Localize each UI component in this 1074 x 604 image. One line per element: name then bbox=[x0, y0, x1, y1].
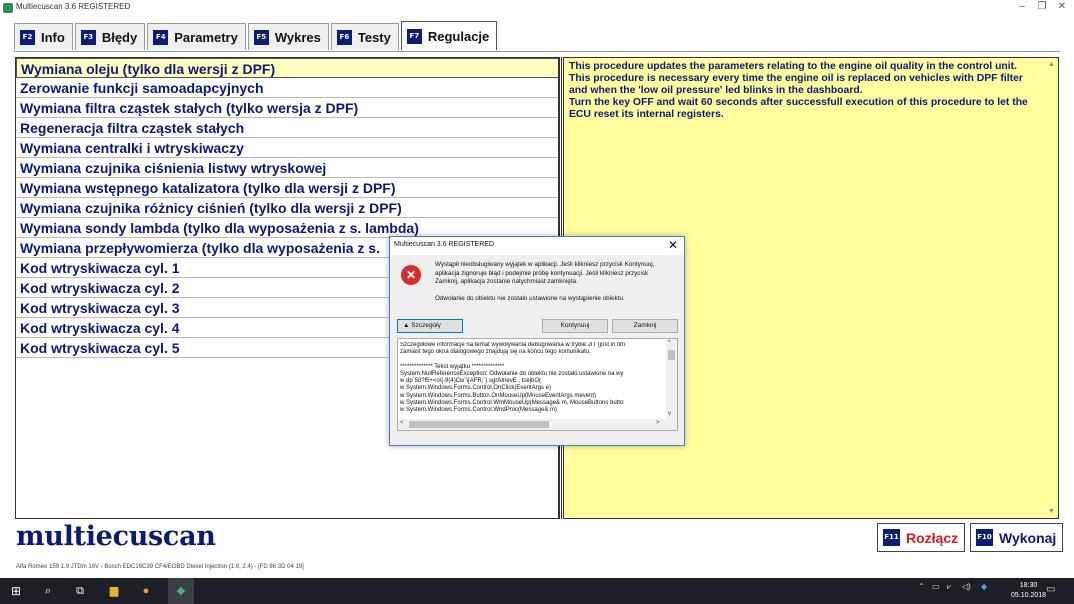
details-line: Szczegółowe informacje na temat wywoływa… bbox=[400, 342, 625, 348]
clock-date: 05.10.2018 bbox=[1011, 592, 1047, 599]
tab-adjustments[interactable]: F7 Regulacje bbox=[400, 21, 498, 50]
list-item[interactable]: Zerowanie funkcji samoadapcyjnych bbox=[16, 78, 559, 98]
details-line: w dp`50?l5+<o\[-9(4)Cw`\[AFR;`) sgrAtnev… bbox=[400, 378, 542, 385]
scroll-right-icon[interactable]: > bbox=[656, 420, 660, 426]
network-icon[interactable]: ⩗ bbox=[947, 582, 952, 592]
clock[interactable]: 18:30 05.10.2018 bbox=[1011, 581, 1046, 601]
details-line: System.NullReferenceException: Odwołanie… bbox=[400, 370, 624, 377]
app-tray-icon[interactable]: ◆ bbox=[981, 582, 987, 591]
list-item[interactable]: Regeneracja filtra cząstek stałych bbox=[16, 118, 559, 138]
scroll-thumb[interactable] bbox=[668, 350, 675, 360]
disconnect-button[interactable]: F11 Rozłącz bbox=[877, 523, 966, 552]
app-logo: multiecuscan bbox=[16, 521, 216, 552]
details-line: w System.Windows.Forms.Button.OnMouseUp(… bbox=[400, 392, 597, 399]
details-content: Szczegółowe informacje na temat wywoływa… bbox=[400, 342, 668, 415]
task-view-icon[interactable]: ⧉ bbox=[72, 578, 88, 604]
error-icon: ✕ bbox=[401, 265, 421, 285]
taskbar: ⊞ ⌕ ⧉ ▆ ● ◆ ⌃ ▭ ⩗ ◁) ◆ 18:30 05.10.2018 … bbox=[0, 578, 1074, 604]
scroll-down-icon[interactable]: ▼ bbox=[1048, 508, 1055, 515]
tab-label: Info bbox=[41, 29, 65, 45]
scroll-down-icon[interactable]: v bbox=[668, 411, 671, 417]
tab-parameters[interactable]: F4 Parametry bbox=[147, 23, 246, 50]
description-scrollbar[interactable]: ▲ ▼ bbox=[1046, 58, 1058, 518]
battery-icon[interactable]: ▭ bbox=[932, 582, 940, 591]
details-line: zamiast tego okna dialogowego znajdują s… bbox=[400, 349, 591, 356]
notifications-icon[interactable]: ▭ bbox=[1046, 584, 1055, 595]
start-windows-icon[interactable]: ⊞ bbox=[8, 578, 24, 604]
tab-bar: F2 Info F3 Błędy F4 Parametry F5 Wykres F6 Te… bbox=[14, 21, 499, 51]
tab-label: Błędy bbox=[101, 29, 138, 45]
tab-graph[interactable]: F5 Wykres bbox=[247, 23, 329, 50]
list-item[interactable]: Wymiana wstępnego katalizatora (tylko dl… bbox=[16, 178, 559, 198]
execute-button[interactable]: F10 Wykonaj bbox=[970, 523, 1064, 552]
volume-icon[interactable]: ◁) bbox=[962, 582, 971, 591]
list-item[interactable]: Wymiana centralki i wtryskiwaczy bbox=[16, 138, 559, 158]
multiecuscan-taskbar-icon[interactable]: ◆ bbox=[168, 578, 194, 604]
details-button[interactable]: ▲ Szczegóły bbox=[397, 319, 463, 333]
details-vscrollbar[interactable]: ^ v bbox=[666, 339, 677, 420]
scroll-left-icon[interactable]: < bbox=[400, 420, 404, 426]
window-title: Multiecuscan 3.6 REGISTERED bbox=[16, 2, 131, 11]
dialog-close-icon[interactable]: ✕ bbox=[668, 238, 678, 252]
f3-key-icon: F3 bbox=[80, 29, 96, 45]
list-item[interactable]: Wymiana oleju (tylko dla wersji z DPF) bbox=[16, 58, 559, 78]
procedure-description: This procedure updates the parameters re… bbox=[569, 61, 1044, 121]
f10-key-icon: F10 bbox=[976, 529, 993, 546]
tab-label: Testy bbox=[357, 29, 391, 45]
search-icon[interactable]: ⌕ bbox=[40, 578, 56, 604]
list-item[interactable]: Wymiana sondy lambda (tylko dla wyposaże… bbox=[16, 218, 559, 238]
description-line: This procedure is necessary every time t… bbox=[569, 73, 1023, 96]
execute-label: Wykonaj bbox=[999, 529, 1057, 546]
chrome-icon[interactable]: ● bbox=[136, 578, 156, 604]
details-line bbox=[400, 357, 668, 364]
list-item[interactable]: Wymiana czujnika różnicy ciśnień (tylko … bbox=[16, 198, 559, 218]
continue-button[interactable]: Kontynuuj bbox=[542, 319, 608, 333]
scroll-up-icon[interactable]: ▲ bbox=[1048, 61, 1055, 68]
dialog-titlebar: Multiecuscan 3.6 REGISTERED ✕ bbox=[390, 237, 684, 255]
close-app-button[interactable]: Zamknij bbox=[612, 319, 678, 333]
f4-key-icon: F4 bbox=[153, 29, 169, 45]
minimize-button[interactable]: – bbox=[1012, 1, 1032, 12]
details-line: w System.Windows.Forms.Control.WmMouseUp… bbox=[400, 400, 624, 407]
details-line: ************** Tekst wyjątku ***********… bbox=[400, 363, 505, 370]
tab-errors[interactable]: F3 Błędy bbox=[74, 23, 146, 50]
list-item[interactable]: Wymiana filtra cząstek stałych (tylko we… bbox=[16, 98, 559, 118]
tab-label: Wykres bbox=[274, 29, 321, 45]
f5-key-icon: F5 bbox=[253, 29, 269, 45]
f2-key-icon: F2 bbox=[20, 29, 35, 45]
tab-label: Parametry bbox=[174, 29, 238, 45]
disconnect-label: Rozłącz bbox=[906, 529, 959, 546]
tab-tests[interactable]: F6 Testy bbox=[330, 23, 399, 50]
f11-key-icon: F11 bbox=[883, 529, 900, 546]
tab-divider bbox=[14, 51, 1060, 52]
error-dialog: Multiecuscan 3.6 REGISTERED ✕ ✕ Wystąpił… bbox=[389, 236, 685, 446]
details-line: w System.Windows.Forms.Control.WndProc(M… bbox=[400, 407, 558, 414]
tab-info[interactable]: F2 Info bbox=[14, 23, 73, 50]
description-line: Turn the key OFF and wait 60 seconds aft… bbox=[569, 97, 1028, 120]
tray-chevron-icon[interactable]: ⌃ bbox=[918, 582, 925, 591]
file-explorer-icon[interactable]: ▆ bbox=[104, 578, 124, 604]
restore-button[interactable]: ❐ bbox=[1032, 1, 1052, 12]
dialog-message: Wystąpił nieobsługiwany wyjątek w aplika… bbox=[435, 261, 655, 286]
vehicle-status: Alfa Romeo 159 1.9 JTDm 16V - Bosch EDC1… bbox=[16, 564, 304, 570]
scroll-thumb[interactable] bbox=[409, 421, 549, 428]
details-textbox[interactable]: Szczegółowe informacje na temat wywoływa… bbox=[397, 338, 678, 431]
window-titlebar: Multiecuscan 3.6 REGISTERED – ❐ ✕ bbox=[0, 0, 1074, 16]
f6-key-icon: F6 bbox=[336, 29, 352, 45]
f7-key-icon: F7 bbox=[406, 28, 422, 44]
tab-label: Regulacje bbox=[427, 28, 490, 44]
clock-time: 18:30 bbox=[1019, 582, 1038, 589]
list-item[interactable]: Wymiana czujnika ciśnienia listwy wtrysk… bbox=[16, 158, 559, 178]
scroll-up-icon[interactable]: ^ bbox=[668, 340, 671, 346]
dialog-error-text: Odwołanie do obiektu nie zostało ustawio… bbox=[435, 295, 625, 302]
description-line: This procedure updates the parameters re… bbox=[569, 61, 1018, 72]
details-line: w System.Windows.Forms.Control.OnClick(E… bbox=[400, 385, 552, 392]
dialog-title: Multiecuscan 3.6 REGISTERED bbox=[394, 241, 494, 248]
close-button[interactable]: ✕ bbox=[1052, 1, 1072, 12]
details-hscrollbar[interactable]: < > bbox=[398, 419, 677, 430]
app-icon bbox=[3, 3, 13, 13]
